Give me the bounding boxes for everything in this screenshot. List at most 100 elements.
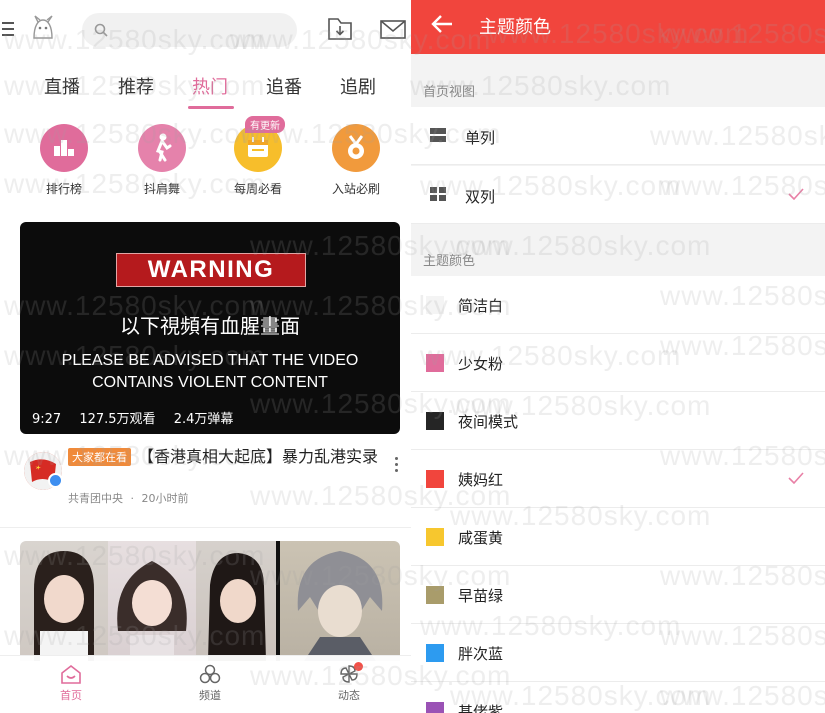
more-icon[interactable] — [395, 457, 399, 473]
quick-item-shoulder-dance[interactable]: 抖肩舞 — [122, 124, 202, 197]
nav-home-label: 首页 — [60, 689, 82, 702]
header-bar: 主题颜色 — [411, 0, 825, 54]
video-duration: 9:27 — [32, 412, 62, 427]
tab-drama[interactable]: 追剧 — [340, 73, 376, 99]
podium-icon — [54, 140, 74, 156]
tab-live[interactable]: 直播 — [44, 73, 80, 99]
nav-dynamics-label: 动态 — [338, 689, 360, 702]
menu-icon[interactable] — [2, 22, 14, 36]
color-option-label: 姨妈红 — [458, 471, 504, 489]
video-meta: 共青团中央 · 20小时前 — [68, 490, 189, 506]
tab-anime[interactable]: 追番 — [266, 73, 302, 99]
download-icon[interactable] — [327, 17, 353, 41]
color-option-3[interactable]: 姨妈红 — [411, 450, 825, 508]
tab-hot[interactable]: 热门 — [192, 73, 228, 99]
warning-text-en: PLEASE BE ADVISED THAT THE VIDEO CONTAIN… — [20, 350, 400, 394]
color-swatch — [426, 412, 444, 430]
single-column-icon — [430, 128, 446, 142]
thumb-illustration — [280, 541, 400, 661]
tab-active-indicator — [188, 106, 234, 109]
nav-home[interactable]: 首页 — [41, 664, 101, 703]
channels-icon — [199, 664, 221, 684]
divider — [0, 527, 411, 528]
color-option-label: 基佬紫 — [458, 703, 504, 713]
thumb-photo-2 — [108, 541, 196, 661]
color-option-label: 胖次蓝 — [458, 645, 504, 663]
page-title: 主题颜色 — [479, 17, 551, 38]
double-column-icon — [430, 187, 446, 201]
post-time: 20小时前 — [141, 492, 189, 505]
color-option-1[interactable]: 少女粉 — [411, 334, 825, 392]
quick-item-label: 排行榜 — [45, 182, 82, 196]
option-label: 单列 — [465, 129, 496, 147]
color-swatch — [426, 296, 444, 314]
warning-text-en-line1: PLEASE BE ADVISED THAT THE VIDEO — [61, 352, 359, 369]
color-option-6[interactable]: 胖次蓝 — [411, 624, 825, 682]
color-swatch — [426, 702, 444, 713]
option-double-column[interactable]: 双列 — [411, 166, 825, 224]
video-info[interactable]: 【香港真相大起底】暴力乱港实录 大家都在看 共青团中央 · 20小时前 — [0, 445, 411, 520]
quick-item-label: 入站必刷 — [331, 182, 380, 196]
quick-item-must-watch[interactable]: 入站必刷 — [316, 124, 396, 197]
avatar[interactable] — [26, 12, 60, 46]
uploader-name[interactable]: 共青团中央 — [68, 492, 123, 505]
color-swatch — [426, 354, 444, 372]
search-icon — [94, 23, 108, 37]
quick-item-weekly[interactable]: 有更新 每周必看 — [218, 116, 298, 197]
quick-entries: 排行榜 抖肩舞 有更新 每周必看 入站必刷 — [0, 110, 411, 205]
meta-separator: · — [130, 492, 135, 505]
home-icon — [61, 664, 81, 684]
color-swatch — [426, 528, 444, 546]
color-swatch — [426, 644, 444, 662]
video-card[interactable]: WARNING 以下視頻有血腥畫面 PLEASE BE ADVISED THAT… — [20, 222, 400, 434]
color-option-7[interactable]: 基佬紫 — [411, 682, 825, 713]
color-option-label: 简洁白 — [458, 297, 504, 315]
quick-item-ranking[interactable]: 排行榜 — [24, 124, 104, 197]
color-option-label: 少女粉 — [458, 355, 504, 373]
trending-tag: 大家都在看 — [68, 448, 131, 466]
video-danmaku: 2.4万弹幕 — [173, 412, 234, 427]
top-bar — [0, 0, 411, 58]
update-badge: 有更新 — [245, 116, 285, 133]
warning-banner: WARNING — [116, 253, 306, 287]
back-arrow-icon[interactable] — [431, 14, 453, 34]
warning-text-en-line2: CONTAINS VIOLENT CONTENT — [92, 374, 328, 391]
quick-item-label: 每周必看 — [233, 182, 282, 196]
color-swatch — [426, 470, 444, 488]
category-tabs: 直播 推荐 热门 追番 追剧 — [0, 58, 411, 110]
screen: 直播 推荐 热门 追番 追剧 排行榜 抖肩舞 有更新 每周必看 入站必刷 WAR… — [0, 0, 825, 713]
theme-settings-screen: 主题颜色 首页视图 单列 双列 主题颜色 简洁白少女粉夜间模式姨妈红咸蛋黄早苗绿… — [411, 0, 825, 713]
dancer-icon — [155, 133, 172, 162]
color-option-label: 咸蛋黄 — [458, 529, 504, 547]
video-stats: 9:27 127.5万观看 2.4万弹幕 — [32, 408, 247, 427]
section-theme-color: 主题颜色 — [423, 254, 476, 269]
nav-dynamics[interactable]: 动态 — [319, 662, 379, 703]
warning-text-cn: 以下視頻有血腥畫面 — [120, 314, 300, 338]
color-option-0[interactable]: 简洁白 — [411, 276, 825, 334]
tab-recommend[interactable]: 推荐 — [118, 73, 154, 99]
option-single-column[interactable]: 单列 — [411, 107, 825, 165]
video-views: 127.5万观看 — [79, 412, 156, 427]
search-bar[interactable] — [82, 13, 297, 47]
check-icon — [788, 188, 804, 200]
nav-channels-label: 频道 — [199, 689, 221, 702]
home-screen: 直播 推荐 热门 追番 追剧 排行榜 抖肩舞 有更新 每周必看 入站必刷 WAR… — [0, 0, 411, 713]
check-icon — [788, 472, 804, 484]
color-option-2[interactable]: 夜间模式 — [411, 392, 825, 450]
medal-icon — [348, 135, 364, 159]
notification-dot — [354, 662, 363, 671]
bottom-nav: 首页 频道 动态 — [0, 655, 411, 713]
mail-icon[interactable] — [380, 20, 406, 39]
color-option-5[interactable]: 早苗绿 — [411, 566, 825, 624]
thumb-photo-1 — [20, 541, 108, 661]
color-option-label: 早苗绿 — [458, 587, 504, 605]
section-home-view: 首页视图 — [423, 85, 476, 100]
quick-item-label: 抖肩舞 — [143, 182, 180, 196]
nav-channels[interactable]: 频道 — [180, 664, 240, 703]
color-option-4[interactable]: 咸蛋黄 — [411, 508, 825, 566]
option-label: 双列 — [465, 188, 496, 206]
color-option-label: 夜间模式 — [458, 413, 519, 431]
video-thumbnail[interactable] — [20, 541, 400, 661]
verified-icon — [48, 473, 63, 488]
color-swatch — [426, 586, 444, 604]
